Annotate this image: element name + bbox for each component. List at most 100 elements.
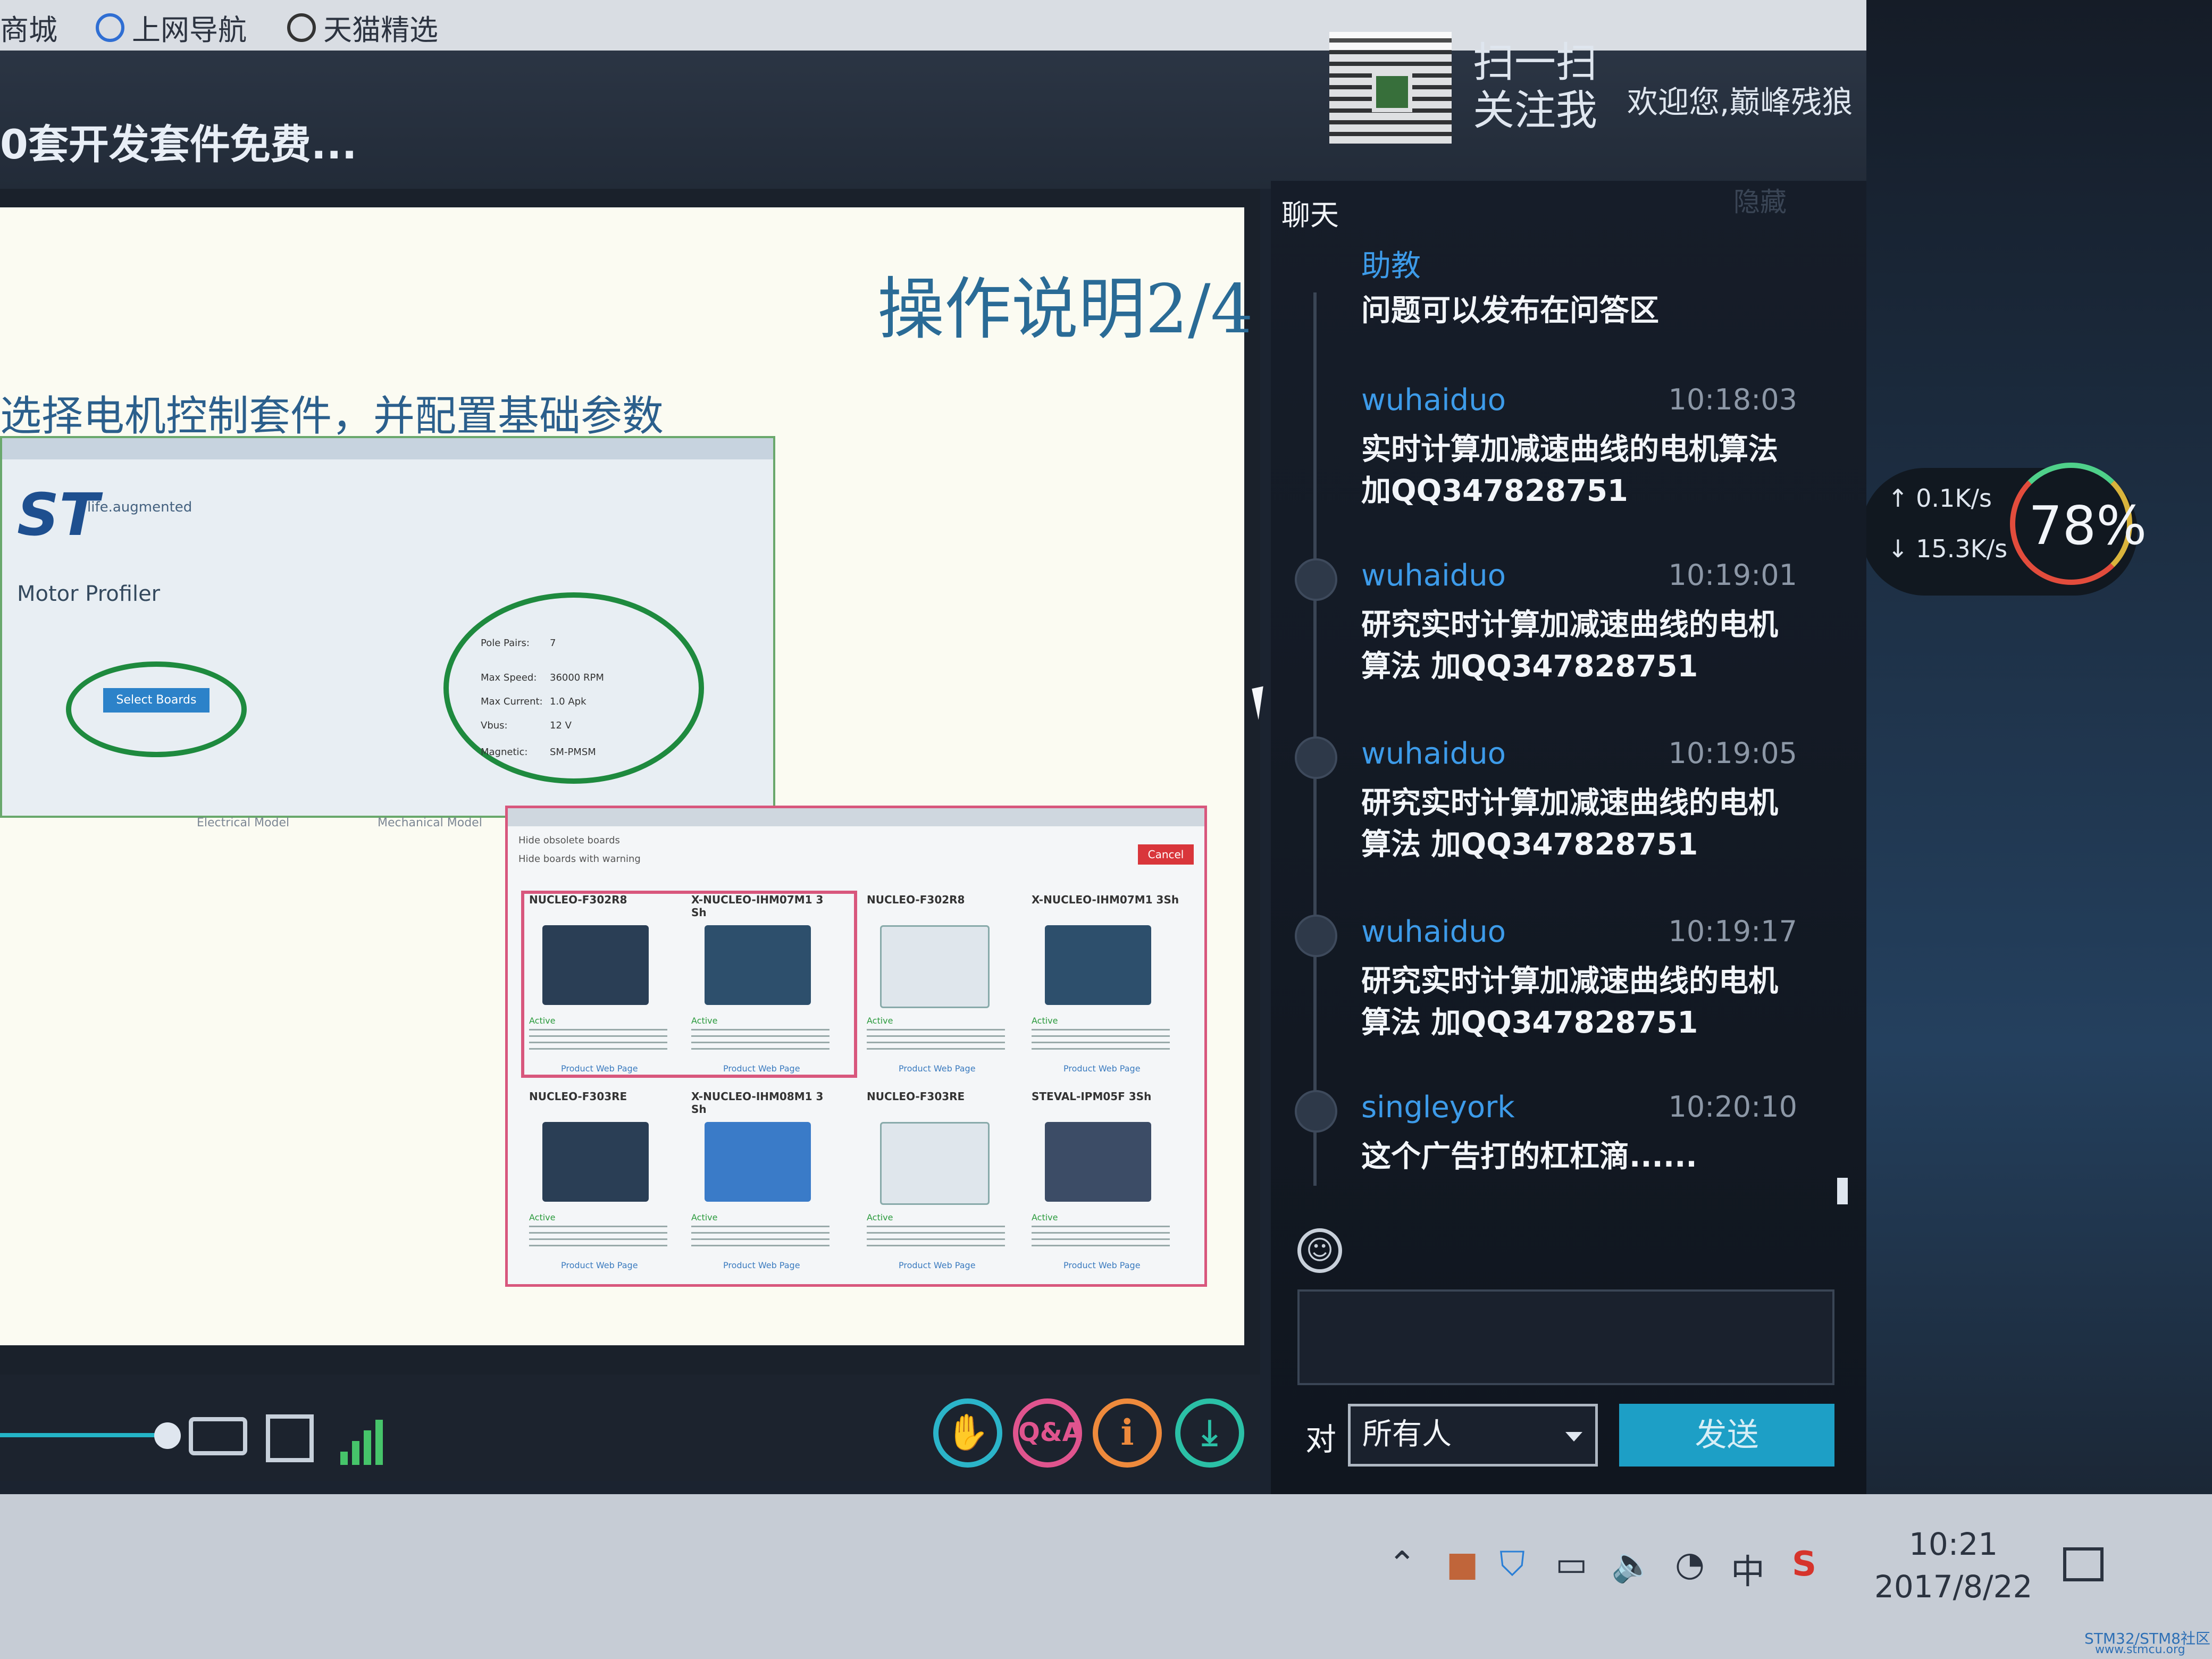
send-button[interactable]: 发送 xyxy=(1619,1404,1834,1467)
chat-title: 聊天 xyxy=(1281,198,1339,232)
tray-expand-icon[interactable]: ⌃ xyxy=(1388,1545,1417,1584)
chat-scrollbar[interactable] xyxy=(1837,1178,1848,1204)
chat-text: 研究实时计算加减速曲线的电机算法 加QQ347828751 xyxy=(1361,964,1778,1040)
board-card: STEVAL-IPM05F 3Sh Active Product Web Pag… xyxy=(1026,1085,1180,1276)
board-image xyxy=(1045,925,1151,1005)
chat-message: wuhaiduo 10:19:17 研究实时计算加减速曲线的电机算法 加QQ34… xyxy=(1361,915,1797,1044)
qr-code xyxy=(1329,32,1452,144)
board-selection-screenshot: Hide obsolete boards Hide boards with wa… xyxy=(505,806,1207,1287)
window-titlebar xyxy=(508,808,1204,826)
param-value: 7 xyxy=(550,638,556,649)
board-card: X-NUCLEO-IHM07M1 3 Sh Active Product Web… xyxy=(686,888,840,1079)
board-image xyxy=(880,1122,990,1205)
param-label: Max Speed: xyxy=(481,672,537,683)
motor-profiler-screenshot: ST life.augmented Motor Profiler Select … xyxy=(0,436,775,818)
notification-icon[interactable] xyxy=(2063,1547,2104,1581)
param-label: Vbus: xyxy=(481,720,508,731)
wifi-icon[interactable]: ◔ xyxy=(1675,1545,1705,1584)
ie-icon xyxy=(96,13,124,42)
hide-obsolete-check: Hide obsolete boards xyxy=(518,835,620,846)
board-image xyxy=(705,1122,811,1202)
board-card: NUCLEO-F303RE Active Product Web Page xyxy=(524,1085,678,1276)
bookmark-navigation[interactable]: 上网导航 xyxy=(96,6,247,48)
chat-input[interactable] xyxy=(1297,1289,1834,1385)
clock-time[interactable]: 10:21 xyxy=(1909,1526,1998,1562)
board-image xyxy=(1045,1122,1151,1202)
chat-message: singleyork 10:20:10 这个广告打的杠杠滴...... xyxy=(1361,1090,1797,1178)
upload-speed: ↑ 0.1K/s xyxy=(1888,484,1992,513)
chat-username[interactable]: 助教 xyxy=(1361,242,1797,285)
param-label: Max Current: xyxy=(481,696,543,707)
desktop-background xyxy=(1866,0,2212,1494)
camera-icon[interactable] xyxy=(189,1417,247,1455)
param-value: 36000 RPM xyxy=(550,672,604,683)
board-card: NUCLEO-F303RE Active Product Web Page xyxy=(861,1085,1016,1276)
chat-bubble-icon xyxy=(1295,915,1337,957)
info-button[interactable]: i xyxy=(1093,1398,1162,1468)
chat-message: wuhaiduo 10:18:03 实时计算加减速曲线的电机算法 加QQ3478… xyxy=(1361,383,1797,512)
welcome-text[interactable]: 欢迎您,巅峰残狼 xyxy=(1627,77,1853,122)
chat-time: 10:19:01 xyxy=(1668,558,1797,592)
chat-text: 实时计算加减速曲线的电机算法 加QQ347828751 xyxy=(1361,432,1778,508)
globe-icon xyxy=(287,13,316,42)
chat-text: 研究实时计算加减速曲线的电机算法 加QQ347828751 xyxy=(1361,608,1778,684)
sogou-icon[interactable]: S xyxy=(1792,1545,1816,1584)
recipient-label: 对 xyxy=(1305,1421,1337,1457)
param-value: 1.0 Apk xyxy=(550,696,586,707)
chat-time: 10:19:05 xyxy=(1668,736,1797,770)
qa-button[interactable]: Q&A xyxy=(1013,1398,1082,1468)
download-button[interactable]: ⤓ xyxy=(1175,1398,1244,1468)
param-label: Magnetic: xyxy=(481,747,528,758)
cancel-button: Cancel xyxy=(1138,844,1194,865)
signal-icon xyxy=(340,1417,388,1465)
chat-bubble-icon xyxy=(1295,1090,1337,1133)
cpu-usage-percent: 78% xyxy=(2029,495,2147,557)
slide-subtitle: 选择电机控制套件，并配置基础参数 xyxy=(0,392,664,440)
param-label: Pole Pairs: xyxy=(481,638,530,649)
mechanical-model-label: Mechanical Model xyxy=(378,816,482,830)
board-image xyxy=(705,925,811,1005)
chat-time: 10:20:10 xyxy=(1668,1090,1797,1124)
highlight-ellipse xyxy=(66,661,247,757)
board-image xyxy=(880,925,990,1008)
progress-knob[interactable] xyxy=(154,1422,181,1449)
watermark-url: www.stmcu.org xyxy=(2095,1643,2185,1656)
window-titlebar xyxy=(2,438,773,459)
board-card: NUCLEO-F302R8 Active Product Web Page xyxy=(524,888,678,1079)
chat-message: wuhaiduo 10:19:05 研究实时计算加减速曲线的电机算法 加QQ34… xyxy=(1361,736,1797,866)
follow-text: 关注我 xyxy=(1473,87,1598,135)
fullscreen-icon[interactable] xyxy=(266,1414,314,1462)
recipient-select[interactable]: 所有人 xyxy=(1348,1404,1598,1467)
volume-icon[interactable]: 🔈 xyxy=(1611,1545,1654,1585)
hide-warning-check: Hide boards with warning xyxy=(518,853,641,865)
board-card: X-NUCLEO-IHM07M1 3Sh Active Product Web … xyxy=(1032,893,1179,1074)
chat-time: 10:18:03 xyxy=(1668,383,1797,416)
progress-bar[interactable] xyxy=(0,1433,170,1437)
chat-text: 这个广告打的杠杠滴...... xyxy=(1361,1139,1697,1174)
board-card: NUCLEO-F302R8 Active Product Web Page xyxy=(861,888,1016,1079)
st-tagline: life.augmented xyxy=(87,499,192,515)
board-image xyxy=(542,925,649,1005)
chat-time: 10:19:17 xyxy=(1668,915,1797,948)
slide-title: 操作说明2/4 xyxy=(877,270,1253,348)
board-image xyxy=(542,1122,649,1202)
download-speed: ↓ 15.3K/s xyxy=(1888,534,2008,563)
course-title: 0套开发套件免费... xyxy=(0,121,357,168)
emoji-icon[interactable]: ☺ xyxy=(1297,1228,1342,1273)
battery-icon[interactable]: ▭ xyxy=(1555,1545,1587,1584)
bookmark-tmall[interactable]: 天猫精选 xyxy=(287,6,438,48)
ime-indicator[interactable]: 中 xyxy=(1731,1545,1765,1594)
param-value: SM-PMSM xyxy=(550,747,596,758)
electrical-model-label: Electrical Model xyxy=(197,816,290,830)
tray-app-icon[interactable]: ■ xyxy=(1446,1545,1478,1584)
chat-bubble-icon xyxy=(1295,736,1337,779)
chat-message: wuhaiduo 10:19:01 研究实时计算加减速曲线的电机算法 加QQ34… xyxy=(1361,558,1797,688)
chat-message: 助教 问题可以发布在问答区 xyxy=(1361,242,1797,332)
hide-chat-button[interactable]: 隐藏 xyxy=(1733,181,1787,219)
board-card: X-NUCLEO-IHM08M1 3 Sh Active Product Web… xyxy=(686,1085,840,1276)
raise-hand-button[interactable]: ✋ xyxy=(933,1398,1002,1468)
bookmark-mall[interactable]: 商城 xyxy=(0,6,57,48)
shield-icon[interactable]: ⛉ xyxy=(1499,1545,1525,1584)
clock-date[interactable]: 2017/8/22 xyxy=(1874,1569,2032,1605)
param-value: 12 V xyxy=(550,720,572,731)
